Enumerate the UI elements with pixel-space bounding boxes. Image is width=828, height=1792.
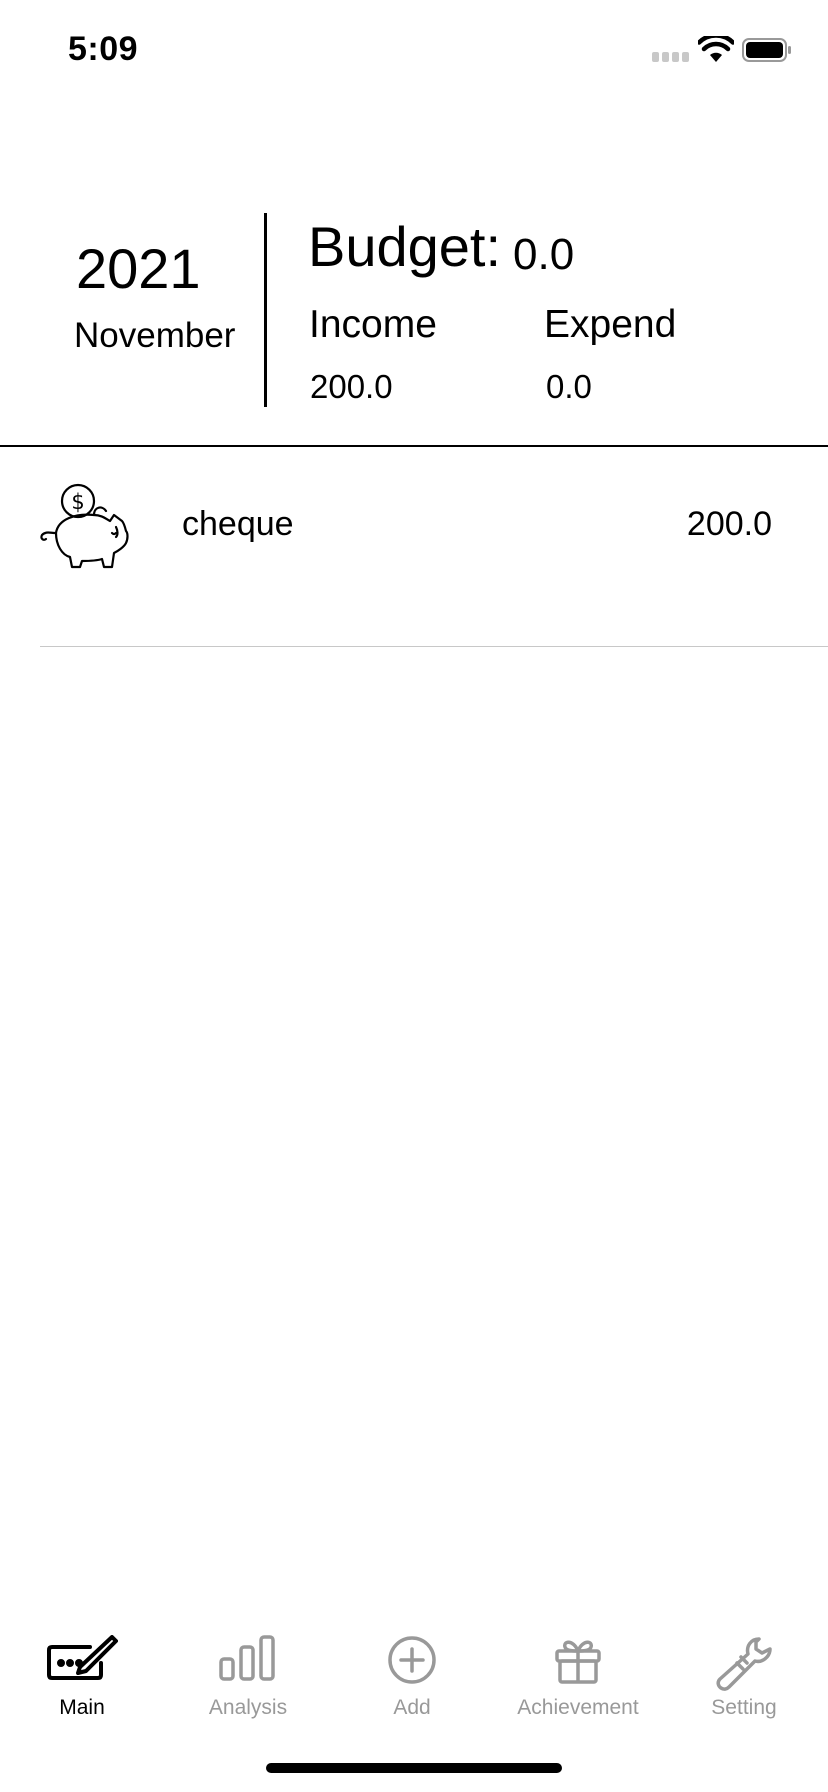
expend-label: Expend (544, 303, 677, 346)
wrench-icon (716, 1637, 772, 1691)
row-separator (40, 646, 828, 647)
tab-analysis[interactable]: Analysis (168, 1620, 328, 1730)
battery-icon (742, 38, 791, 62)
bar-chart-icon (219, 1635, 275, 1681)
list-item[interactable]: $ cheque 200.0 (0, 447, 828, 647)
wifi-icon (698, 36, 734, 62)
tab-label: Achievement (517, 1696, 639, 1719)
vertical-divider (264, 213, 267, 407)
svg-text:$: $ (71, 490, 84, 514)
record-amount: 200.0 (686, 505, 772, 543)
expend-value: 0.0 (546, 368, 592, 405)
gift-icon (555, 1640, 601, 1684)
tab-add[interactable]: Add (332, 1620, 492, 1730)
status-time: 5:09 (68, 30, 139, 68)
income-value: 200.0 (310, 368, 393, 405)
cellular-signal-icon (652, 52, 692, 62)
tab-label: Setting (711, 1696, 777, 1719)
tab-bar: Main Analysis Add Achievement Setting (0, 1620, 828, 1730)
budget-label: Budget: (308, 215, 502, 278)
piggy-bank-icon: $ (40, 483, 129, 569)
tab-setting[interactable]: Setting (664, 1620, 824, 1730)
tab-label: Add (393, 1696, 431, 1719)
budget-value[interactable]: 0.0 (513, 230, 574, 280)
tab-label: Main (59, 1696, 105, 1719)
notebook-pen-icon (47, 1635, 118, 1680)
record-name: cheque (182, 505, 294, 543)
tab-main[interactable]: Main (2, 1620, 162, 1730)
status-bar: 5:09 (0, 0, 828, 100)
month-label[interactable]: November (74, 316, 235, 356)
main-screen: 5:09 2021 November Budget: 0.0 Income Ex… (0, 0, 828, 1792)
tab-achievement[interactable]: Achievement (498, 1620, 658, 1730)
plus-circle-icon (388, 1636, 436, 1684)
year-label[interactable]: 2021 (76, 236, 201, 301)
tab-label: Analysis (208, 1696, 288, 1719)
home-indicator[interactable] (266, 1763, 562, 1773)
income-label: Income (309, 303, 437, 346)
